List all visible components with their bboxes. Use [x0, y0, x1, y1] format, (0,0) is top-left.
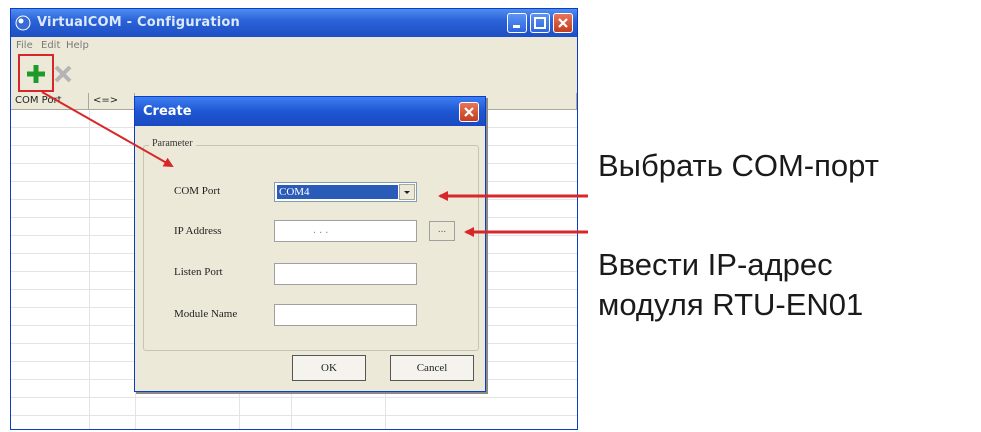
annotation-enter-ip-line1: Ввести IP-адрес	[598, 247, 833, 282]
annotation-arrows	[41, 91, 588, 237]
annotation-select-com: Выбрать COM-порт	[598, 148, 879, 183]
annotation-enter-ip-line2: модуля RTU-EN01	[598, 287, 864, 322]
arrow-to-com-port	[41, 91, 174, 167]
